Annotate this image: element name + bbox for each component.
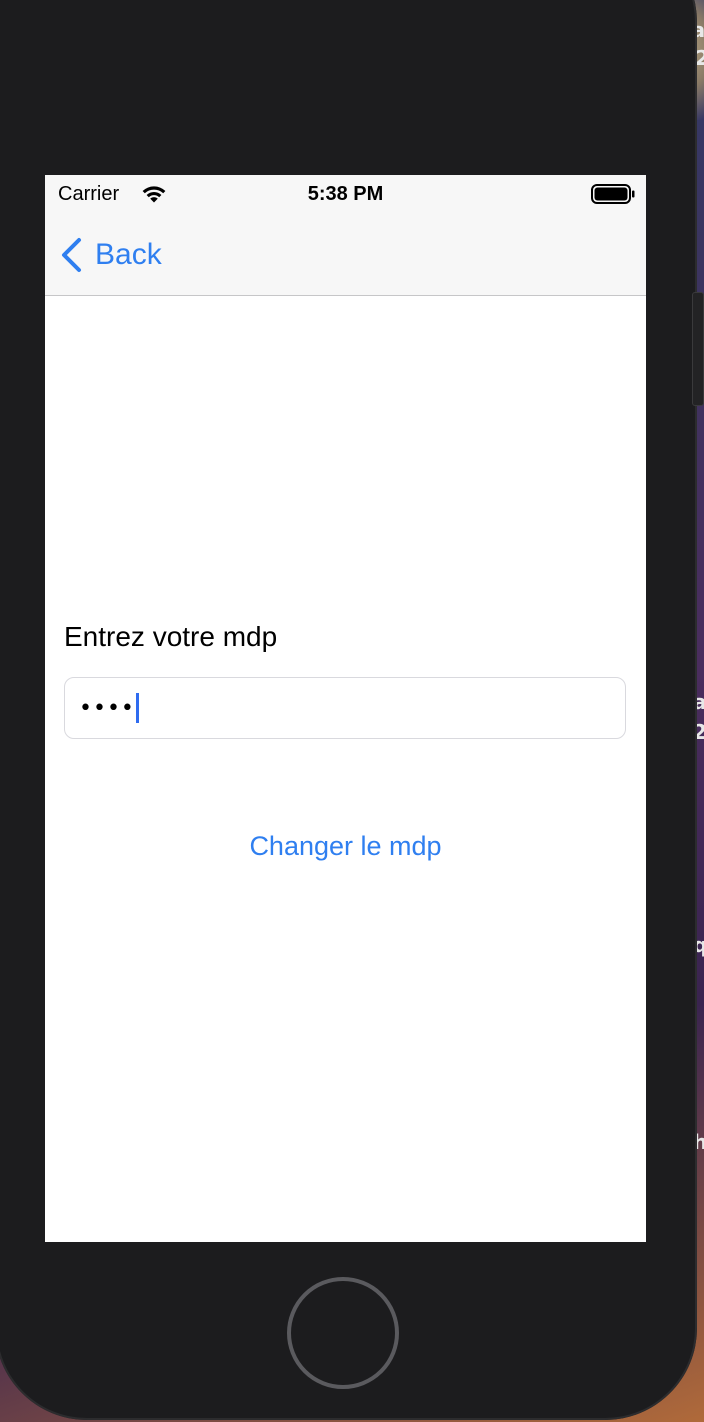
back-button-label: Back	[95, 238, 162, 271]
change-password-button[interactable]: Changer le mdp	[45, 831, 646, 862]
text-cursor	[135, 693, 139, 723]
battery-full-icon	[591, 184, 635, 204]
back-button[interactable]: Back	[59, 235, 162, 275]
password-prompt-label: Entrez votre mdp	[64, 621, 278, 652]
password-field[interactable]: ••••	[64, 677, 626, 739]
password-value: ••••	[79, 695, 135, 721]
chevron-left-icon	[62, 238, 81, 272]
device-screen: Carrier 5:38 PM Back Entrez votre mdp ••…	[45, 175, 646, 1242]
status-bar: Carrier 5:38 PM	[45, 175, 646, 215]
home-button[interactable]	[287, 1277, 399, 1389]
device-side-button[interactable]	[692, 292, 704, 406]
navigation-bar: Back	[45, 215, 646, 296]
status-time: 5:38 PM	[307, 183, 384, 205]
